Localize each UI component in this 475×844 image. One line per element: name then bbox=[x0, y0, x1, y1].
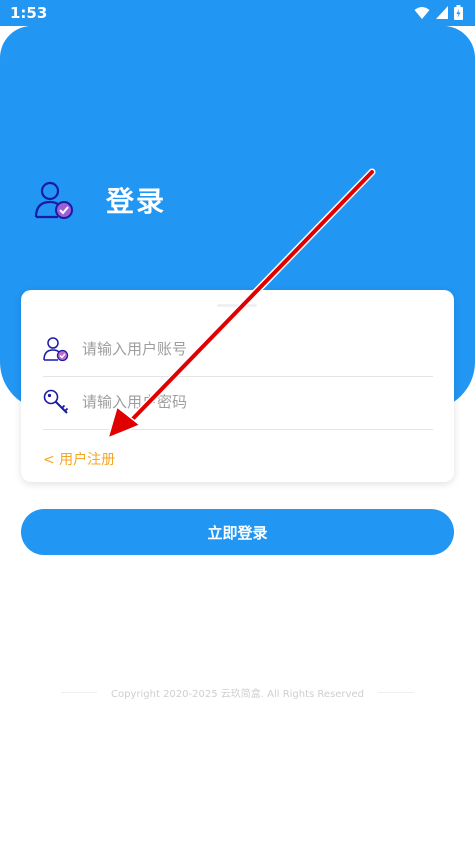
footer-divider-right bbox=[377, 692, 414, 693]
copyright-text: Copyright 2020-2025 云玖简盒. All Rights Res… bbox=[111, 689, 364, 700]
username-input[interactable] bbox=[80, 339, 404, 359]
card-handle bbox=[217, 304, 257, 307]
status-icons bbox=[414, 5, 463, 20]
login-button[interactable]: 立即登录 bbox=[21, 509, 454, 555]
page-title: 登录 bbox=[106, 185, 167, 218]
login-card: < 用户注册 bbox=[21, 290, 454, 482]
wifi-icon bbox=[414, 6, 430, 19]
key-icon bbox=[43, 389, 69, 414]
page-header: 登录 bbox=[34, 180, 166, 220]
password-field bbox=[43, 375, 433, 430]
signal-icon bbox=[436, 6, 448, 19]
footer-divider-left bbox=[61, 692, 98, 693]
footer: Copyright 2020-2025 云玖简盒. All Rights Res… bbox=[0, 685, 475, 700]
username-field bbox=[43, 322, 433, 377]
user-check-icon bbox=[43, 337, 69, 362]
status-bar: 1:53 bbox=[0, 0, 475, 26]
register-link[interactable]: < 用户注册 bbox=[43, 449, 115, 469]
battery-icon bbox=[454, 5, 463, 20]
status-time: 1:53 bbox=[10, 4, 48, 22]
password-input[interactable] bbox=[80, 392, 404, 412]
user-check-icon bbox=[34, 181, 73, 219]
